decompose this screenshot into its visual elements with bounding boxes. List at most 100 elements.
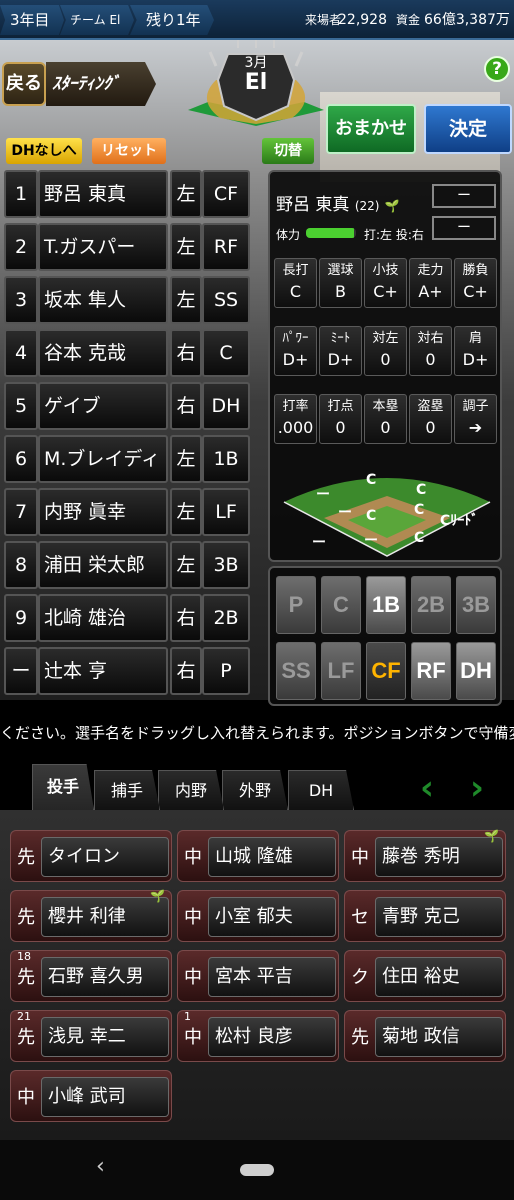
tab-3[interactable]: 外野 [222,770,288,810]
bat-hand: 左 [170,488,202,536]
field-position[interactable]: 2B [202,594,250,642]
bench-player-name[interactable]: タイロン [41,837,169,877]
lineup-player-name[interactable]: 野呂 東真 [38,170,168,218]
lineup-row[interactable]: 5 ゲイブ右 DH [4,380,252,433]
tab-2[interactable]: 内野 [158,770,224,810]
bat-hand: 右 [170,594,202,642]
auto-assign-button[interactable]: おまかせ [326,104,416,154]
position-button-dh[interactable]: DH [456,642,496,700]
reset-button[interactable]: リセット [92,138,166,164]
field-position[interactable]: P [202,647,250,695]
stat-cell: 肩 D+ [454,326,497,376]
bench-player-card[interactable]: 中小室 郁夫 [177,890,339,942]
lineup-row[interactable]: ー辻本 亨右P [4,645,252,698]
team-emblem: 3月 El [176,40,336,136]
position-button-2b[interactable]: 2B [411,576,451,634]
nav-home-icon[interactable] [240,1164,274,1176]
position-button-ss[interactable]: SS [276,642,316,700]
bench-player-card[interactable]: 先櫻井 利律 🌱 [10,889,172,942]
bench-player-name[interactable]: 小峰 武司 [41,1077,169,1117]
bat-throw-info: 打:左 投:右 [364,228,424,242]
bench-player-card[interactable]: 1 中松村 良彦 [177,1010,339,1062]
bench-player-card[interactable]: 中藤巻 秀明 🌱 [344,829,506,882]
tab-4[interactable]: DH [288,770,354,810]
field-position[interactable]: LF [202,488,250,536]
bench-player-card[interactable]: 中山城 隆雄 [177,830,339,882]
stat-cell: 勝負 C+ [454,258,497,308]
prev-arrow-icon[interactable]: ‹ [412,768,442,808]
position-button-cf[interactable]: CF [366,642,406,700]
bench-player-card[interactable]: 先菊地 政信 [344,1010,506,1062]
stat-label: 打点 [327,399,354,414]
lineup-row[interactable]: 9 北崎 雄治右 2B [4,592,252,645]
lineup-player-name[interactable]: 内野 眞幸 [38,488,168,536]
lineup-row[interactable]: 1 野呂 東真左 CF [4,168,252,221]
field-position[interactable]: C [202,329,250,377]
bat-hand: 左 [170,541,202,589]
switch-button[interactable]: 切替 [262,138,314,164]
bench-player-card[interactable]: 先タイロン [10,830,172,882]
lineup-player-name[interactable]: 北崎 雄治 [38,594,168,642]
lineup-player-name[interactable]: T.ガスパー [38,223,168,271]
bench-player-name[interactable]: 石野 喜久男 [41,957,169,997]
bench-player-name[interactable]: 菊地 政信 [375,1017,503,1057]
field-position[interactable]: 3B [202,541,250,589]
stat-value: .000 [277,418,314,437]
field-position[interactable]: SS [202,276,250,324]
nav-back-icon[interactable]: ‹ [96,1154,105,1179]
field-position[interactable]: DH [202,382,250,430]
stat-cell[interactable]: 調子 ➔ [454,394,497,444]
back-button[interactable]: 戻る [2,62,46,106]
bench-player-card[interactable]: 18 先石野 喜久男 [10,950,172,1002]
lineup-row[interactable]: 4 谷本 克哉右 C [4,327,252,380]
tab-0[interactable]: 投手 [32,764,94,810]
tab-1[interactable]: 捕手 [94,770,160,810]
bench-player-card[interactable]: 21 先浅見 幸二 [10,1010,172,1062]
lineup-player-name[interactable]: 谷本 克哉 [38,329,168,377]
lineup-row[interactable]: 6 M.ブレイディ左 1B [4,433,252,486]
lineup-player-name[interactable]: M.ブレイディ [38,435,168,483]
batting-order: 3 [4,276,38,324]
bench-player-name[interactable]: 浅見 幸二 [41,1017,169,1057]
bench-player-card[interactable]: セ青野 克己 [344,890,506,942]
bench-player-card[interactable]: 中小峰 武司 [10,1070,172,1122]
help-button[interactable]: ? [484,56,510,82]
confirm-button[interactable]: 決定 [424,104,512,154]
pitcher-role: 中 [184,907,202,928]
bench-player-name[interactable]: 藤巻 秀明 [375,837,503,877]
next-arrow-icon[interactable]: › [462,768,492,808]
lineup-player-name[interactable]: 坂本 隼人 [38,276,168,324]
bench-player-name[interactable]: 山城 隆雄 [208,837,336,877]
stat-label: 肩 [468,331,482,346]
position-button-3b[interactable]: 3B [456,576,496,634]
dh-toggle-button[interactable]: DHなしへ [6,138,82,164]
pitcher-role: 中 [17,1087,35,1108]
lineup-player-name[interactable]: 浦田 栄太郎 [38,541,168,589]
bench-player-name[interactable]: 小室 郁夫 [208,897,336,937]
bench-player-name[interactable]: 宮本 平吉 [208,957,336,997]
position-button-p[interactable]: P [276,576,316,634]
field-position[interactable]: CF [202,170,250,218]
position-button-rf[interactable]: RF [411,642,451,700]
batting-order: 8 [4,541,38,589]
field-position[interactable]: 1B [202,435,250,483]
position-button-lf[interactable]: LF [321,642,361,700]
bench-player-name[interactable]: 松村 良彦 [208,1017,336,1057]
bench-player-name[interactable]: 櫻井 利律 [41,897,169,937]
bench-player-card[interactable]: ク住田 裕史 [344,950,506,1002]
stat-label: 調子 [462,399,489,414]
lineup-player-name[interactable]: ゲイブ [38,382,168,430]
lineup-row[interactable]: 8 浦田 栄太郎左 3B [4,539,252,592]
bench-player-name[interactable]: 住田 裕史 [375,957,503,997]
sprout-icon: 🌱 [150,889,165,903]
bench-player-name[interactable]: 青野 克己 [375,897,503,937]
lineup-row[interactable]: 7 内野 眞幸左 LF [4,486,252,539]
stat-value: 0 [425,418,436,437]
position-button-1b[interactable]: 1B [366,576,406,634]
lineup-row[interactable]: 3 坂本 隼人左 SS [4,274,252,327]
lineup-player-name[interactable]: 辻本 亨 [38,647,168,695]
field-position[interactable]: RF [202,223,250,271]
position-button-c[interactable]: C [321,576,361,634]
bench-player-card[interactable]: 中宮本 平吉 [177,950,339,1002]
lineup-row[interactable]: 2 T.ガスパー左 RF [4,221,252,274]
